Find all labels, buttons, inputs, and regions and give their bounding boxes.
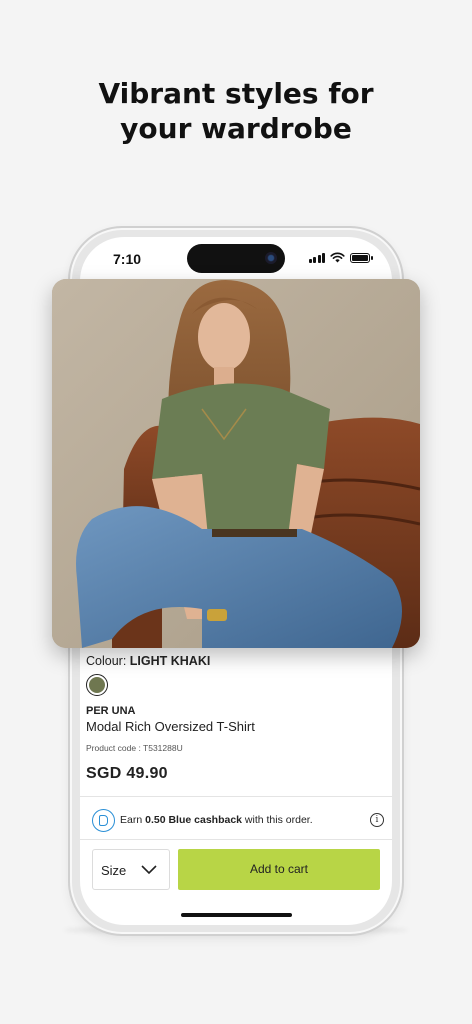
- colour-swatch-light-khaki[interactable]: [86, 674, 108, 696]
- product-photo: [52, 279, 420, 648]
- headline-line-2: your wardrobe: [120, 112, 352, 145]
- cashback-text: Earn 0.50 Blue cashback with this order.: [120, 814, 313, 826]
- add-to-cart-button[interactable]: Add to cart: [178, 849, 380, 890]
- product-code: Product code : T531288U: [86, 743, 183, 753]
- product-name: Modal Rich Oversized T-Shirt: [86, 719, 255, 734]
- wifi-icon: [330, 252, 345, 263]
- cashback-suffix: with this order.: [242, 814, 313, 826]
- divider: [80, 796, 392, 797]
- colour-value: LIGHT KHAKI: [129, 654, 211, 668]
- cashback-icon: [92, 808, 115, 832]
- chevron-down-icon: [141, 865, 157, 875]
- product-details: Colour: LIGHT KHAKI PER UNA Modal Rich O…: [86, 654, 386, 782]
- divider: [80, 839, 392, 840]
- battery-icon: [350, 252, 373, 263]
- product-brand: PER UNA: [86, 705, 136, 717]
- status-icons: [308, 252, 373, 263]
- colour-row: Colour: LIGHT KHAKI: [86, 654, 386, 668]
- camera-icon: [265, 252, 277, 264]
- cashback-prefix: Earn: [120, 814, 146, 826]
- info-icon[interactable]: i: [370, 813, 384, 827]
- home-indicator[interactable]: [181, 913, 292, 917]
- model-illustration: [52, 279, 420, 648]
- product-price: SGD 49.90: [86, 765, 168, 782]
- status-time: 7:10: [113, 251, 142, 267]
- swatch-fill: [89, 677, 105, 693]
- size-select[interactable]: Size: [92, 849, 170, 890]
- signal-icon: [308, 252, 325, 263]
- cashback-amount: 0.50 Blue cashback: [145, 814, 242, 826]
- headline-line-1: Vibrant styles for: [98, 77, 374, 110]
- size-label: Size: [101, 863, 127, 878]
- dynamic-island: [187, 244, 285, 273]
- promo-headline: Vibrant styles for your wardrobe: [0, 76, 472, 146]
- cashback-banner: Earn 0.50 Blue cashback with this order.…: [92, 808, 384, 832]
- colour-label: Colour:: [86, 654, 127, 668]
